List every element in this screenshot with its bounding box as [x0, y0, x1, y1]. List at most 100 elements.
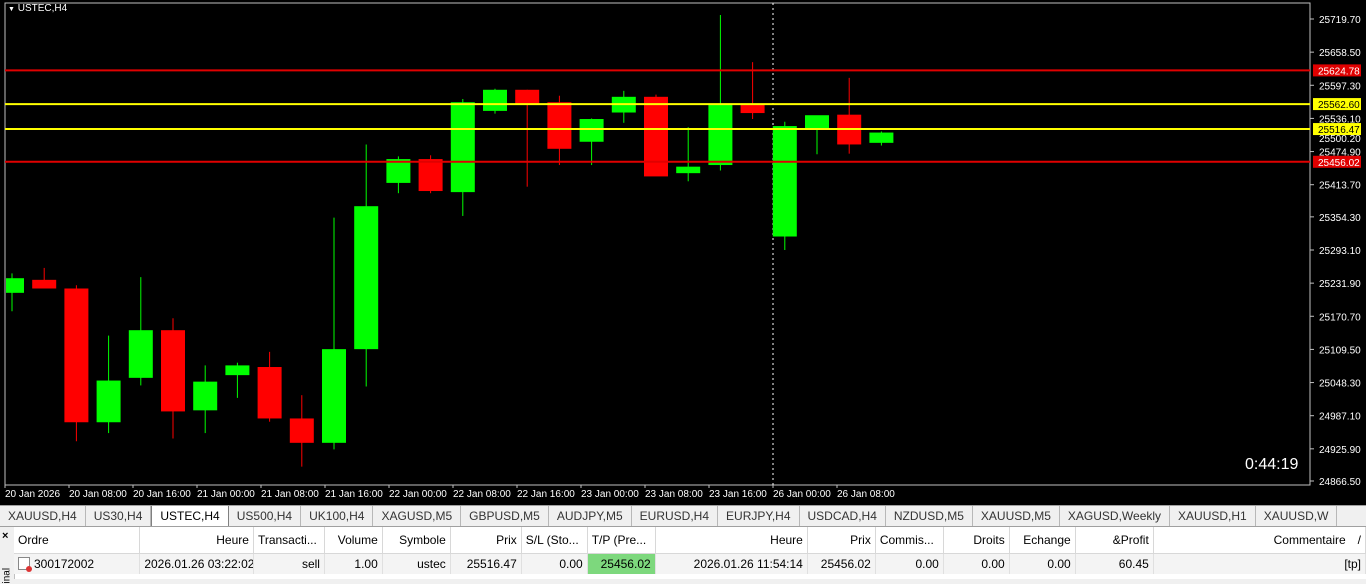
price-tick-label: 25048.30	[1319, 379, 1361, 390]
chart-title: ▼ USTEC,H4	[8, 3, 67, 14]
candle-body	[740, 104, 765, 114]
candle-body	[772, 126, 797, 237]
column-header[interactable]: Ordre	[14, 527, 141, 554]
table-row[interactable]: 300172002 2026.01.26 03:22:02 sell 1.00 …	[14, 553, 1366, 574]
time-tick-label: 20 Jan 08:00	[69, 489, 127, 500]
terminal-side-label: inal	[1, 567, 13, 584]
candle	[644, 94, 668, 177]
symbol-tab[interactable]: GBPUSD,M5	[461, 506, 549, 526]
time-tick-label: 23 Jan 00:00	[581, 489, 639, 500]
price-line-label: 25516.47	[1318, 125, 1360, 136]
candle-body	[193, 381, 218, 411]
candle-body	[418, 159, 443, 192]
column-header[interactable]: T/P (Pre...	[587, 527, 656, 554]
time-tick-label: 26 Jan 00:00	[773, 489, 831, 500]
bar-countdown: 0:44:19	[1245, 456, 1299, 473]
candle-body	[64, 288, 89, 423]
type-cell: sell	[253, 553, 325, 574]
column-header[interactable]: &Profit	[1075, 527, 1154, 554]
time-tick-label: 23 Jan 08:00	[645, 489, 703, 500]
history-table: Ordre Heure Transacti... Volume Symbole Prix S…	[14, 527, 1366, 574]
candle	[128, 277, 153, 386]
candle	[257, 351, 282, 422]
close-icon[interactable]: ×	[2, 530, 8, 542]
symbol-cell: ustec	[382, 553, 451, 574]
symbol-tab[interactable]: XAUUSD,W	[1256, 506, 1338, 526]
price-chart[interactable]: 25719.70 25658.50 25597.30 25536.10 25474.90…	[0, 0, 1366, 505]
symbol-tab[interactable]: US500,H4	[229, 506, 302, 526]
candle-body	[676, 166, 701, 174]
table-header-row: Ordre Heure Transacti... Volume Symbole Prix S…	[14, 527, 1366, 554]
symbol-tab[interactable]: XAGUSD,Weekly	[1060, 506, 1171, 526]
column-header[interactable]: Commentaire /	[1153, 527, 1366, 554]
candle	[450, 98, 475, 216]
candle-body	[708, 104, 733, 166]
time-tick-label: 20 Jan 16:00	[133, 489, 191, 500]
symbol-tab[interactable]: XAUUSD,M5	[973, 506, 1060, 526]
chart-symbol-label: USTEC,H4	[17, 3, 68, 14]
column-header[interactable]: S/L (Sto...	[521, 527, 588, 554]
candle	[805, 115, 829, 155]
symbol-tab[interactable]: EURJPY,H4	[718, 506, 800, 526]
column-header[interactable]: Volume	[324, 527, 383, 554]
sell-order-icon	[18, 557, 32, 572]
candle	[354, 144, 379, 387]
time-tick-label: 22 Jan 00:00	[389, 489, 447, 500]
price-tick-label: 25354.30	[1319, 213, 1361, 224]
candle	[676, 127, 701, 182]
time-tick-label: 22 Jan 16:00	[517, 489, 575, 500]
column-header[interactable]: Prix	[807, 527, 876, 554]
plot-frame	[4, 2, 1311, 486]
candle	[708, 15, 733, 171]
candle-body	[289, 418, 314, 443]
sl-cell: 0.00	[521, 553, 588, 574]
symbol-tab[interactable]: AUDJPY,M5	[549, 506, 632, 526]
candle-body	[644, 96, 668, 177]
price-tick-label: 25719.70	[1319, 15, 1361, 26]
tp-cell: 25456.02	[587, 553, 656, 574]
symbol-tab[interactable]: USTEC,H4	[151, 506, 229, 526]
sort-arrow-icon: /	[1357, 533, 1361, 547]
time-tick-label: 21 Jan 00:00	[197, 489, 255, 500]
candle-body	[96, 380, 121, 423]
column-header[interactable]: Heure	[139, 527, 254, 554]
price-line-label: 25624.78	[1318, 66, 1360, 77]
open-time-cell: 2026.01.26 03:22:02	[139, 553, 254, 574]
column-header[interactable]: Heure	[655, 527, 808, 554]
symbol-tab[interactable]: XAUUSD,H1	[1170, 506, 1256, 526]
candle-body	[354, 206, 379, 350]
symbol-tabs-bar: XAUUSD,H4 US30,H4 USTEC,H4 US500,H4 UK100,H4…	[0, 505, 1366, 527]
candle	[579, 118, 604, 166]
candle	[322, 217, 346, 450]
column-header[interactable]: Echange	[1009, 527, 1076, 554]
price-line-label: 25562.60	[1318, 100, 1360, 111]
order-cell: 300172002	[14, 553, 141, 574]
price-tick-label: 25597.30	[1319, 81, 1361, 92]
time-tick-label: 23 Jan 16:00	[709, 489, 767, 500]
time-tick-label: 21 Jan 08:00	[261, 489, 319, 500]
column-header[interactable]: Commis...	[875, 527, 944, 554]
symbol-tab[interactable]: XAUUSD,H4	[0, 506, 86, 526]
candle	[64, 285, 89, 442]
column-header[interactable]: Symbole	[382, 527, 451, 554]
column-header[interactable]: Transacti...	[253, 527, 325, 554]
symbol-tab[interactable]: US30,H4	[86, 506, 152, 526]
price-tick-label: 25231.90	[1319, 279, 1361, 290]
candle-body	[450, 102, 475, 193]
candle-body	[869, 132, 894, 143]
candlestick-chart-svg[interactable]: 25719.7025658.5025597.3025536.1025474.90…	[0, 0, 1366, 505]
candle-body	[805, 115, 829, 130]
candle	[837, 77, 862, 154]
symbol-tab[interactable]: EURUSD,H4	[632, 506, 719, 526]
symbol-tab[interactable]: XAGUSD,M5	[373, 506, 462, 526]
time-tick-label: 26 Jan 08:00	[837, 489, 895, 500]
candle	[547, 95, 572, 166]
column-header[interactable]: Droits	[943, 527, 1010, 554]
chart-menu-icon[interactable]: ▼	[8, 6, 15, 13]
column-header[interactable]: Prix	[450, 527, 522, 554]
price-tick-label: 24866.50	[1319, 477, 1361, 488]
symbol-tab[interactable]: USDCAD,H4	[800, 506, 886, 526]
candle-body	[257, 367, 282, 419]
symbol-tab[interactable]: UK100,H4	[301, 506, 374, 526]
symbol-tab[interactable]: NZDUSD,M5	[886, 506, 973, 526]
